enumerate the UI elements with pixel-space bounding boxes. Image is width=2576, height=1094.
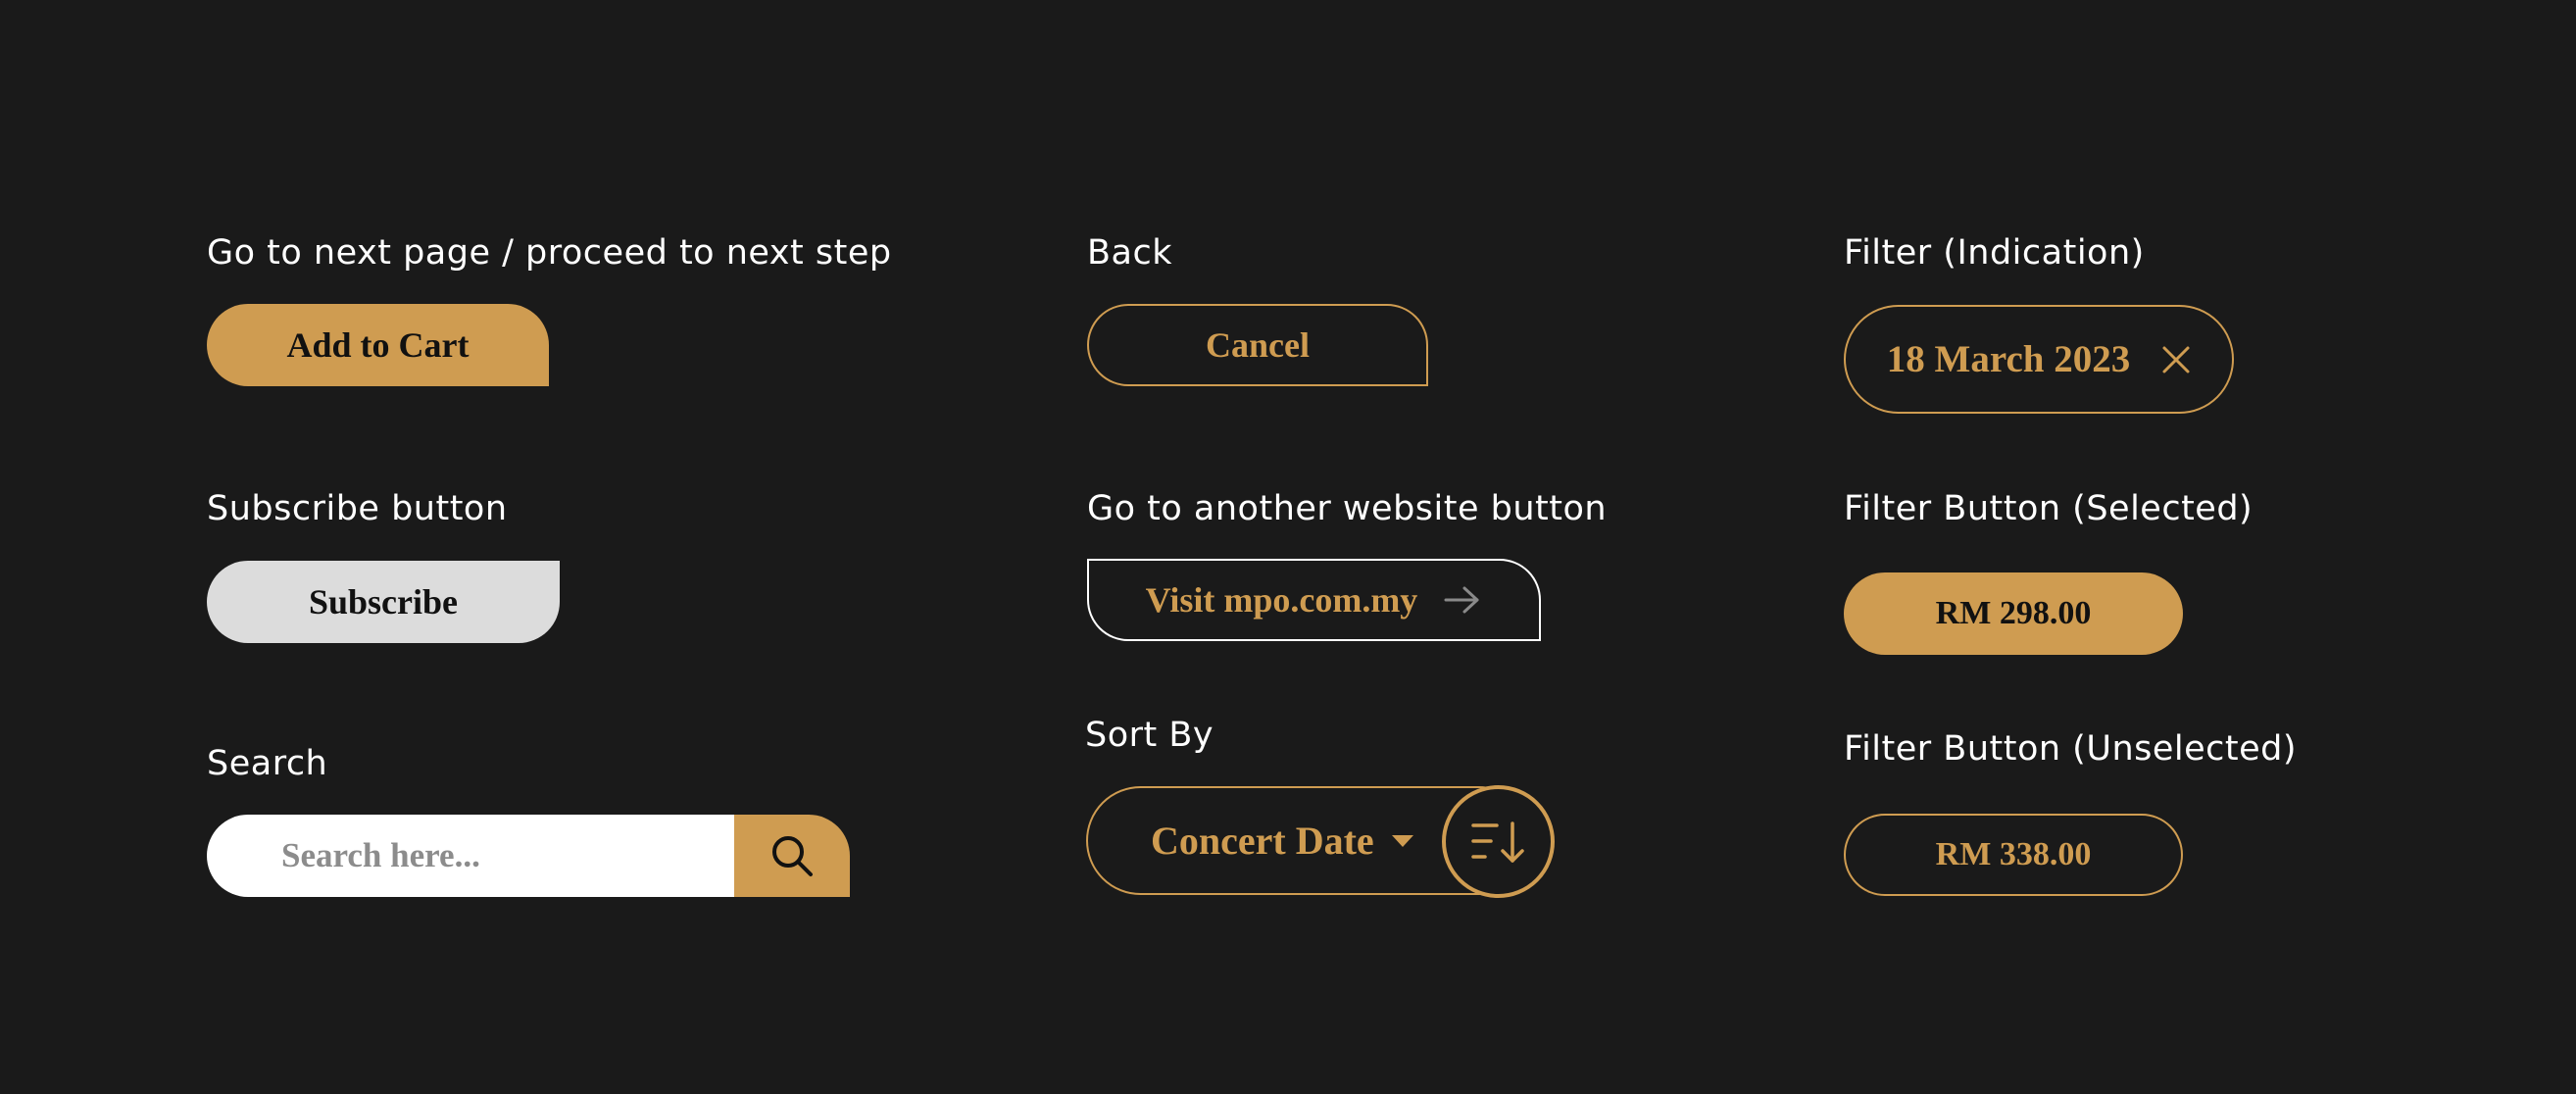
label-sort-by: Sort By bbox=[1085, 716, 1214, 755]
label-external: Go to another website button bbox=[1087, 489, 1608, 528]
close-icon[interactable] bbox=[2161, 345, 2191, 374]
subscribe-label: Subscribe bbox=[308, 582, 459, 622]
label-filter-unselected: Filter Button (Unselected) bbox=[1844, 729, 2298, 769]
sort-order-button[interactable] bbox=[1442, 785, 1555, 898]
cancel-button[interactable]: Cancel bbox=[1087, 304, 1428, 386]
search-button[interactable] bbox=[734, 815, 850, 897]
label-search: Search bbox=[207, 744, 328, 783]
filter-button-unselected[interactable]: RM 338.00 bbox=[1844, 814, 2183, 896]
label-filter-selected: Filter Button (Selected) bbox=[1844, 489, 2254, 528]
filter-unselected-label: RM 338.00 bbox=[1935, 836, 2092, 872]
filter-button-selected[interactable]: RM 298.00 bbox=[1844, 572, 2183, 655]
visit-label: Visit mpo.com.my bbox=[1145, 580, 1418, 620]
filter-chip[interactable]: 18 March 2023 bbox=[1844, 305, 2234, 414]
label-filter-indication: Filter (Indication) bbox=[1844, 233, 2145, 273]
visit-website-button[interactable]: Visit mpo.com.my bbox=[1087, 559, 1541, 641]
label-back: Back bbox=[1087, 233, 1172, 273]
sort-descending-icon bbox=[1469, 818, 1528, 867]
add-to-cart-label: Add to Cart bbox=[286, 325, 470, 365]
search-bar bbox=[207, 815, 850, 897]
sort-selected-label: Concert Date bbox=[1151, 819, 1374, 863]
caret-down-icon bbox=[1390, 833, 1415, 849]
search-icon bbox=[769, 833, 815, 878]
label-next-step: Go to next page / proceed to next step bbox=[207, 233, 892, 273]
arrow-right-icon bbox=[1443, 584, 1482, 616]
filter-chip-label: 18 March 2023 bbox=[1886, 338, 2131, 380]
label-subscribe: Subscribe button bbox=[207, 489, 508, 528]
subscribe-button[interactable]: Subscribe bbox=[207, 561, 560, 643]
filter-selected-label: RM 298.00 bbox=[1935, 595, 2092, 631]
add-to-cart-button[interactable]: Add to Cart bbox=[207, 304, 549, 386]
cancel-label: Cancel bbox=[1206, 325, 1310, 365]
search-input[interactable] bbox=[207, 815, 734, 897]
